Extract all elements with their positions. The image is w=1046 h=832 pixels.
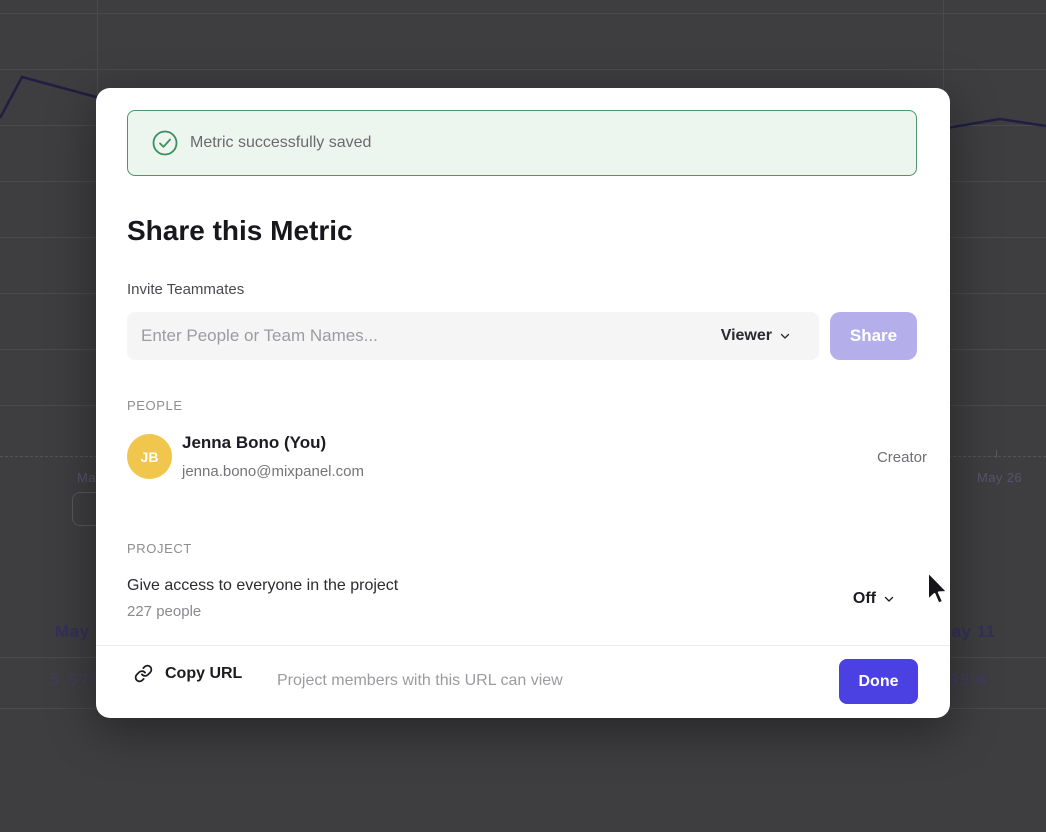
toast-message: Metric successfully saved	[190, 134, 371, 152]
role-select-dropdown[interactable]: Viewer	[721, 327, 791, 345]
copy-url-label: Copy URL	[165, 665, 242, 683]
member-role: Creator	[877, 449, 927, 466]
member-email: jenna.bono@mixpanel.com	[182, 463, 364, 480]
modal-title: Share this Metric	[127, 215, 353, 247]
x-axis-label: May 26	[977, 470, 1022, 485]
chevron-down-icon	[779, 330, 791, 342]
link-icon	[134, 664, 153, 683]
project-access-dropdown[interactable]: Off	[853, 590, 895, 608]
axis-tick	[996, 450, 997, 458]
invite-input[interactable]	[127, 326, 721, 346]
footer-divider	[96, 645, 950, 646]
project-access-value: Off	[853, 590, 876, 608]
project-section-heading: PROJECT	[127, 541, 192, 556]
copy-url-hint: Project members with this URL can view	[277, 672, 563, 690]
done-button[interactable]: Done	[839, 659, 918, 704]
people-section-heading: PEOPLE	[127, 398, 183, 413]
table-value: 35%	[949, 672, 989, 690]
chevron-down-icon	[883, 593, 895, 605]
success-toast: Metric successfully saved	[127, 110, 917, 176]
share-button[interactable]: Share	[830, 312, 917, 360]
check-circle-icon	[152, 130, 178, 156]
invite-field: Viewer	[127, 312, 819, 360]
mouse-cursor	[925, 570, 951, 608]
screen: May May 26 1 May 5 May 11 5.57% 35% Metr…	[0, 0, 1046, 832]
avatar-initials: JB	[141, 449, 159, 465]
project-access-title: Give access to everyone in the project	[127, 577, 398, 595]
member-name: Jenna Bono (You)	[182, 433, 326, 453]
project-people-count: 227 people	[127, 603, 201, 620]
share-modal: Metric successfully saved Share this Met…	[96, 88, 950, 718]
role-select-value: Viewer	[721, 327, 772, 345]
avatar: JB	[127, 434, 172, 479]
invite-teammates-label: Invite Teammates	[127, 281, 244, 298]
copy-url-button[interactable]: Copy URL	[134, 664, 242, 683]
